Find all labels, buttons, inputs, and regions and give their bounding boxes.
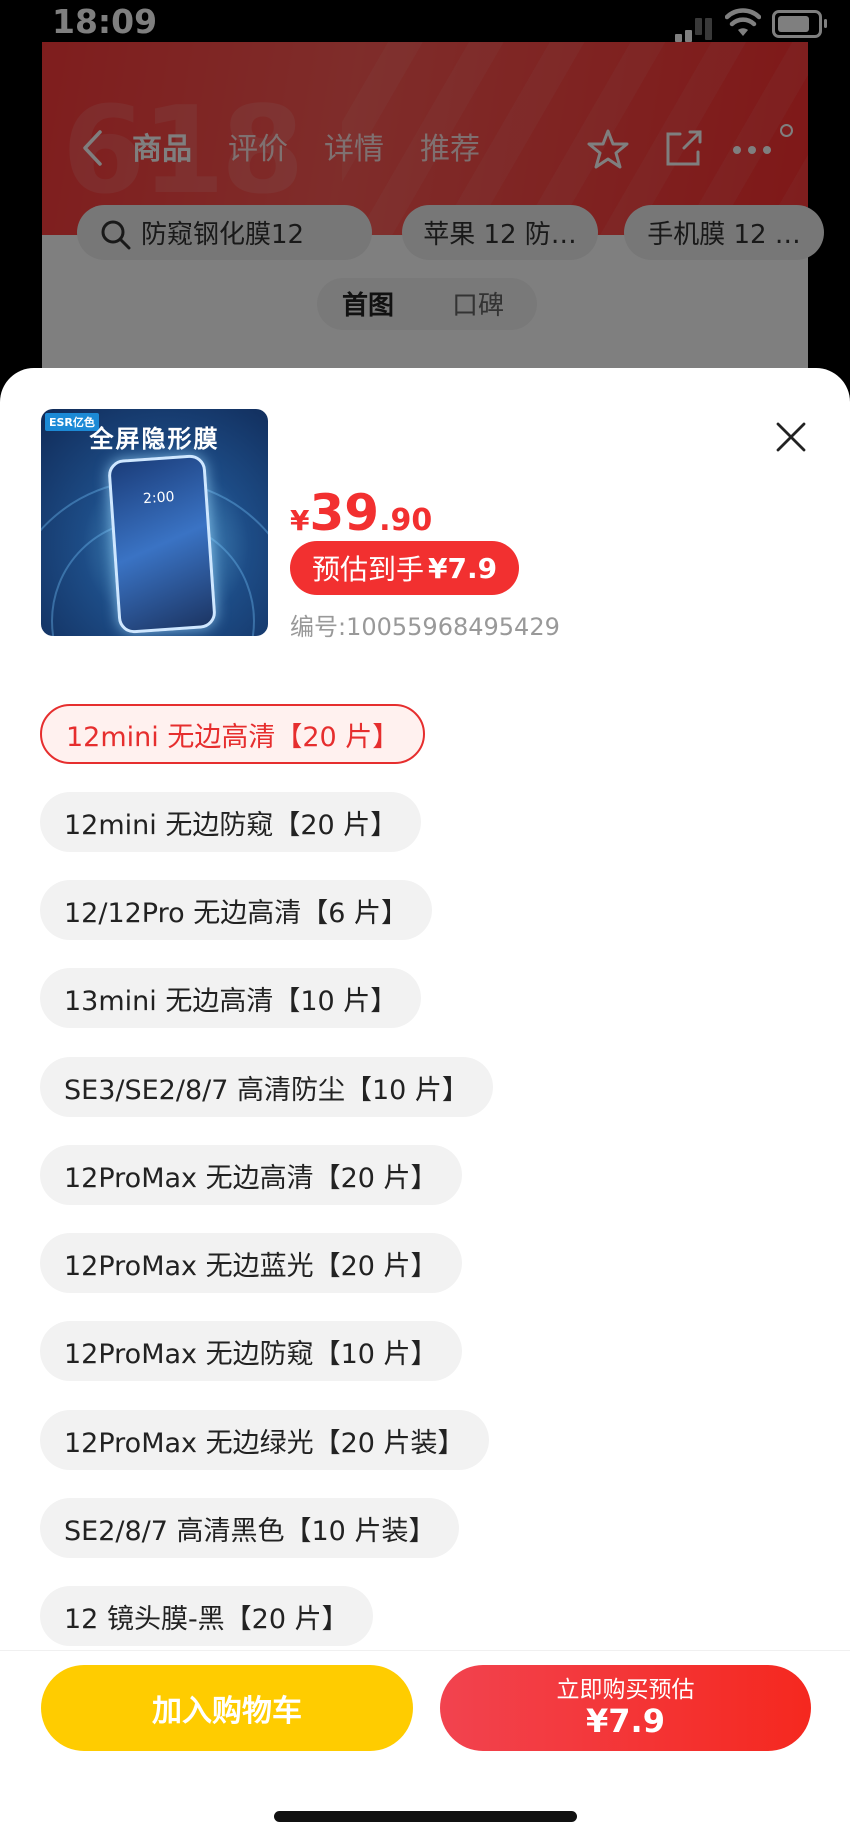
buy-now-label: 立即购买预估 xyxy=(556,1677,695,1703)
product-code: 编号:10055968495429 xyxy=(290,613,560,641)
estimated-price-badge: 预估到手 ¥7.9 xyxy=(290,541,520,595)
price-currency: ¥ xyxy=(290,504,310,537)
sku-option[interactable]: 12/12Pro 无边高清【6 片】 xyxy=(40,880,432,940)
sku-option[interactable]: 12ProMax 无边防窥【10 片】 xyxy=(40,1321,462,1381)
modal-overlay[interactable] xyxy=(0,0,850,380)
buy-now-price: ¥7.9 xyxy=(586,1702,665,1740)
thumbnail-clock: 2:00 xyxy=(142,489,176,508)
product-thumbnail: ESR亿色 全屏隐形膜 2:00 xyxy=(41,409,268,636)
phone-illustration: 2:00 xyxy=(107,453,217,635)
sku-option[interactable]: 12mini 无边防窥【20 片】 xyxy=(40,792,422,852)
price-decimal: .90 xyxy=(379,503,433,538)
sku-option[interactable]: 12mini 无边高清【20 片】 xyxy=(40,704,426,764)
thumbnail-title: 全屏隐形膜 xyxy=(89,425,220,453)
estimate-label: 预估到手 xyxy=(312,553,425,586)
buy-now-button[interactable]: 立即购买预估 ¥7.9 xyxy=(440,1665,811,1751)
product-price: ¥ 39 .90 xyxy=(290,484,432,542)
home-indicator[interactable] xyxy=(274,1811,577,1822)
sku-option[interactable]: SE2/8/7 高清黑色【10 片装】 xyxy=(40,1498,460,1558)
close-icon[interactable] xyxy=(776,422,806,452)
sku-option[interactable]: 12ProMax 无边蓝光【20 片】 xyxy=(40,1233,462,1293)
sku-option[interactable]: 12ProMax 无边高清【20 片】 xyxy=(40,1145,462,1205)
sku-option[interactable]: SE3/SE2/8/7 高清防尘【10 片】 xyxy=(40,1057,493,1117)
sku-option[interactable]: 12ProMax 无边绿光【20 片装】 xyxy=(40,1410,489,1470)
price-integer: 39 xyxy=(309,484,380,542)
sku-option[interactable]: 13mini 无边高清【10 片】 xyxy=(40,968,422,1028)
sku-option[interactable]: 12 镜头膜-黑【20 片】 xyxy=(40,1586,373,1646)
estimate-value: ¥7.9 xyxy=(428,551,498,585)
add-to-cart-button[interactable]: 加入购物车 xyxy=(41,1665,413,1751)
